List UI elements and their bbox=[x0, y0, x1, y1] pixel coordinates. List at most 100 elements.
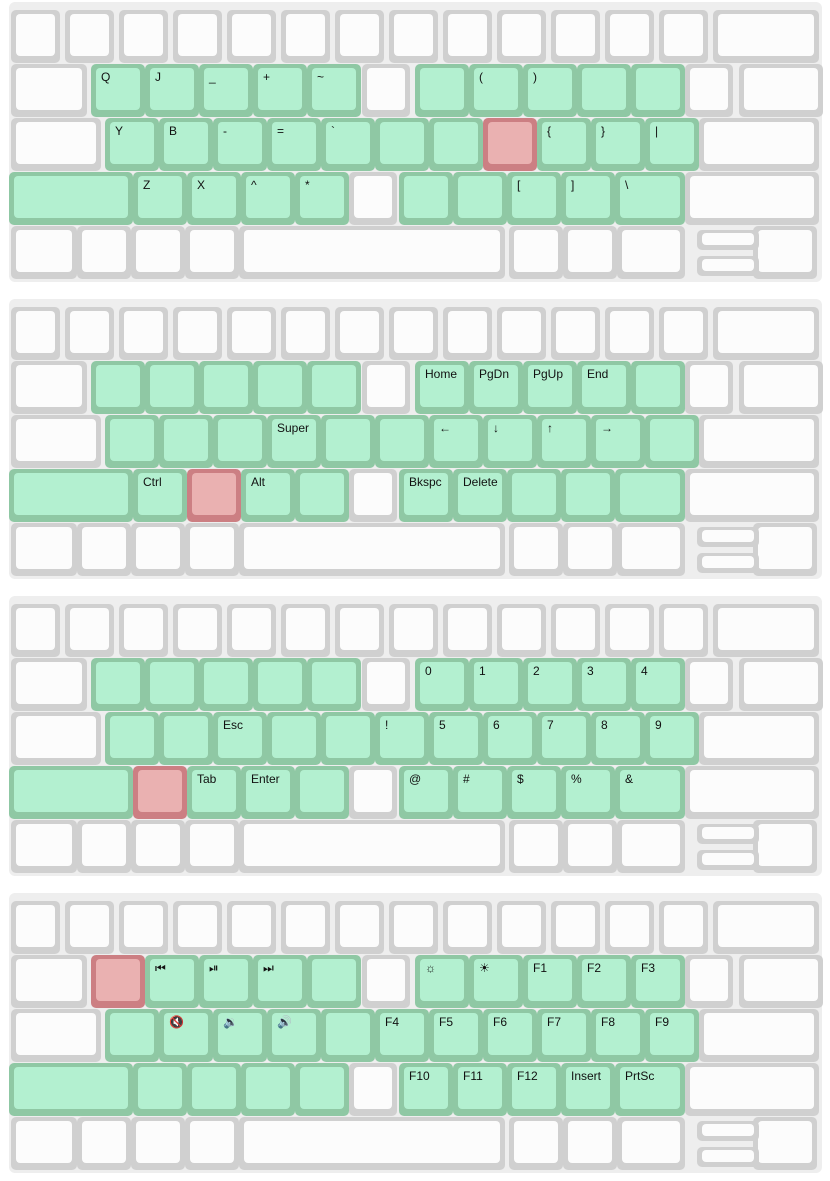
key-blank-40 bbox=[699, 712, 819, 765]
key-blank-26 bbox=[685, 955, 733, 1008]
key-blank-7 bbox=[389, 307, 438, 360]
key-row1-key2: ⏮ bbox=[145, 955, 199, 1008]
keycap bbox=[138, 770, 182, 812]
keycap bbox=[326, 716, 370, 758]
keycap bbox=[622, 230, 680, 272]
key-legend: $ bbox=[517, 772, 524, 786]
key-legend: | bbox=[655, 124, 659, 138]
key-row3-key3: ^ bbox=[241, 172, 295, 225]
keycap bbox=[178, 14, 217, 56]
keycap bbox=[704, 419, 814, 461]
key-blank-20 bbox=[362, 64, 410, 117]
key-blank-8 bbox=[443, 307, 492, 360]
key-legend: - bbox=[223, 124, 227, 138]
keycap bbox=[246, 1067, 290, 1109]
key-blank-3 bbox=[173, 604, 222, 657]
key-blank-56 bbox=[185, 820, 239, 873]
keycap bbox=[367, 365, 405, 407]
keycap bbox=[650, 419, 694, 461]
key-legend: Tab bbox=[197, 772, 217, 786]
keycap bbox=[16, 905, 55, 947]
key-legend: ` bbox=[331, 124, 335, 138]
key-blank-61 bbox=[753, 820, 817, 873]
key-blank-60 bbox=[617, 820, 685, 873]
keycap bbox=[690, 473, 814, 515]
keycap bbox=[178, 608, 217, 650]
key-row1-key10: F3 bbox=[631, 955, 685, 1008]
key-blank-7 bbox=[389, 604, 438, 657]
key-blank-4 bbox=[227, 901, 276, 954]
key-row1-key8: F1 bbox=[523, 955, 577, 1008]
key-row2-key3 bbox=[213, 415, 267, 468]
keycap bbox=[218, 419, 262, 461]
key-blank-60 bbox=[617, 523, 685, 576]
key-split-1 bbox=[697, 1147, 759, 1167]
keycap bbox=[16, 122, 96, 164]
key-row3-key6: @ bbox=[399, 766, 453, 819]
keycap bbox=[124, 14, 163, 56]
key-blank-14 bbox=[11, 658, 87, 711]
key-blank-13 bbox=[713, 10, 819, 63]
key-legend: F5 bbox=[439, 1015, 454, 1029]
key-legend: F3 bbox=[641, 961, 656, 975]
key-row3-key2 bbox=[187, 469, 241, 522]
key-blank-2 bbox=[119, 604, 168, 657]
keycap bbox=[380, 419, 424, 461]
key-legend: F4 bbox=[385, 1015, 400, 1029]
keycap bbox=[610, 905, 649, 947]
key-split-0 bbox=[697, 1121, 759, 1141]
key-blank-27 bbox=[739, 361, 823, 414]
key-blank-5 bbox=[281, 901, 330, 954]
key-row2-key7 bbox=[429, 118, 483, 171]
keycap bbox=[610, 608, 649, 650]
key-row2-key11: 9 bbox=[645, 712, 699, 765]
keycap bbox=[136, 230, 180, 272]
key-blank-1 bbox=[65, 604, 114, 657]
keycap bbox=[14, 473, 128, 515]
keycap bbox=[620, 473, 680, 515]
key-row3-key4 bbox=[295, 469, 349, 522]
keyboard-layer-1: Q J _ + ~ () Y B - = ` {} | Z X ^ * [] \ bbox=[9, 2, 823, 282]
key-blank-1 bbox=[65, 307, 114, 360]
key-row1-key1 bbox=[91, 658, 145, 711]
key-row3-left bbox=[9, 1063, 133, 1116]
keycap bbox=[380, 122, 424, 164]
key-row2-key3: - bbox=[213, 118, 267, 171]
key-blank-28 bbox=[11, 712, 101, 765]
keycap bbox=[16, 419, 96, 461]
key-legend: * bbox=[305, 178, 310, 192]
keycap bbox=[610, 14, 649, 56]
keycap bbox=[138, 1067, 182, 1109]
key-row3-key2: Tab bbox=[187, 766, 241, 819]
keycap bbox=[244, 1121, 500, 1163]
key-split-0 bbox=[697, 230, 759, 250]
keycap bbox=[326, 1013, 370, 1055]
key-legend: Bkspc bbox=[409, 475, 442, 489]
key-row1-key2 bbox=[145, 361, 199, 414]
key-legend: ☀ bbox=[479, 961, 490, 975]
key-row2-key1 bbox=[105, 1009, 159, 1062]
keycap bbox=[488, 122, 532, 164]
keycap bbox=[124, 311, 163, 353]
key-blank-54 bbox=[77, 820, 131, 873]
key-blank-57 bbox=[239, 226, 505, 279]
key-blank-53 bbox=[11, 820, 77, 873]
key-row1-key6: ☼ bbox=[415, 955, 469, 1008]
key-blank-2 bbox=[119, 307, 168, 360]
key-blank-27 bbox=[739, 955, 823, 1008]
key-row2-key1: Y bbox=[105, 118, 159, 171]
key-row3-key8 bbox=[507, 469, 561, 522]
keycap bbox=[702, 233, 754, 245]
key-legend: @ bbox=[409, 772, 422, 786]
keycap bbox=[394, 905, 433, 947]
keycap bbox=[82, 1121, 126, 1163]
keycap bbox=[758, 824, 812, 866]
keycap bbox=[758, 230, 812, 272]
key-row3-key1: Z bbox=[133, 172, 187, 225]
key-blank-52 bbox=[685, 469, 819, 522]
keycap bbox=[286, 608, 325, 650]
key-blank-10 bbox=[551, 901, 600, 954]
key-row3-key8: [ bbox=[507, 172, 561, 225]
keycap bbox=[150, 662, 194, 704]
key-legend: Ctrl bbox=[143, 475, 162, 489]
